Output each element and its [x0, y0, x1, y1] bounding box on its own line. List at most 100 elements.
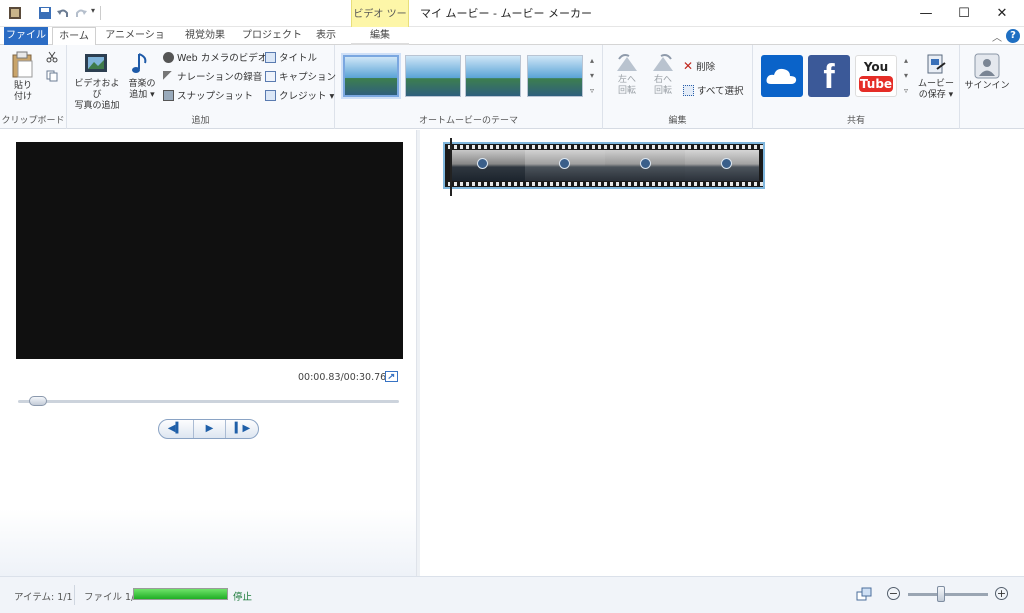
automovie-themes-label: オートムービーのテーマ [418, 116, 518, 126]
playhead[interactable] [450, 138, 452, 196]
seek-thumb[interactable] [28, 396, 47, 406]
tab-file[interactable]: ファイル [4, 27, 48, 45]
ribbon: 貼り 付け クリップボード ビデオおよび 写真の追加 音楽の 追加 ▾ Web … [0, 45, 1024, 129]
tab-project[interactable]: プロジェクト [240, 27, 304, 45]
rotate-right-label-1: 右へ [653, 75, 672, 85]
paste-button[interactable]: 貼り 付け [8, 51, 38, 103]
close-button[interactable]: ✕ [982, 0, 1022, 27]
clock-icon [559, 158, 570, 169]
webcam-video-button[interactable]: Web カメラのビデオ [163, 52, 267, 66]
title-bar: ▾ ビデオ ツール マイ ムービー - ムービー メーカー — ☐ ✕ [0, 0, 1024, 50]
popout-icon[interactable] [385, 371, 398, 382]
sign-in-button[interactable]: サインイン [964, 53, 1010, 92]
zoom-slider-thumb[interactable] [937, 586, 945, 602]
progress-fill [134, 589, 227, 599]
gallery-more-icon[interactable]: ▿ [901, 83, 911, 98]
zoom-out-icon[interactable]: − [887, 587, 900, 600]
play-icon[interactable]: ▶ [193, 420, 226, 438]
pane-splitter[interactable] [416, 130, 420, 576]
theme-thumbnail[interactable] [405, 55, 461, 97]
add-group: ビデオおよび 写真の追加 音楽の 追加 ▾ Web カメラのビデオ ナレーション… [67, 45, 336, 129]
timecode: 00:00.83/00:30.76 [298, 372, 387, 383]
microphone-icon [163, 71, 174, 82]
clipboard-group-label: クリップボード [1, 116, 65, 126]
delete-x-icon: ✕ [683, 59, 694, 73]
chevron-down-icon[interactable]: ▾ [901, 68, 911, 83]
rotate-right-label-2: 回転 [653, 86, 672, 96]
help-icon[interactable]: ? [1006, 29, 1020, 43]
credits-icon [265, 90, 276, 101]
title-icon [265, 52, 276, 63]
app-icon[interactable] [8, 6, 22, 20]
video-preview[interactable] [16, 142, 403, 359]
add-group-label: 追加 [191, 116, 210, 126]
add-music-label-1: 音楽の [128, 79, 156, 89]
add-videos-photos-label-2: 写真の追加 [74, 101, 120, 111]
tab-home[interactable]: ホーム [52, 27, 96, 46]
add-videos-photos-button[interactable]: ビデオおよび 写真の追加 [71, 51, 123, 112]
tab-animation[interactable]: アニメーション [102, 27, 168, 59]
webcam-icon [163, 52, 174, 63]
facebook-logo-icon: f [823, 58, 835, 96]
video-clip[interactable] [443, 142, 765, 189]
copy-icon[interactable] [46, 70, 58, 82]
storyboard-view-icon[interactable] [856, 587, 872, 601]
minimize-button[interactable]: — [906, 0, 946, 27]
chevron-up-icon[interactable]: ▴ [901, 53, 911, 68]
previous-frame-icon[interactable]: ◀▍ [159, 420, 192, 438]
tab-visual-effects[interactable]: 視覚効果 [176, 27, 234, 45]
seek-bar[interactable] [18, 400, 399, 403]
zoom-in-icon[interactable]: + [995, 587, 1008, 600]
save-movie-button[interactable]: ムービー の保存 ▾ [916, 53, 956, 101]
delete-button[interactable]: ✕ 削除 [683, 59, 715, 75]
film-sprocket [445, 182, 763, 186]
cut-icon[interactable] [46, 51, 58, 63]
caption-label: キャプション [279, 72, 337, 83]
youtube-button[interactable]: You Tube [855, 55, 897, 97]
snapshot-button[interactable]: スナップショット [163, 90, 253, 104]
rotate-left-button[interactable]: 左へ 回転 [611, 53, 643, 97]
onedrive-button[interactable] [761, 55, 803, 97]
customize-toolbar-icon[interactable]: ▾ [91, 6, 105, 20]
redo-icon[interactable] [74, 6, 88, 20]
stop-link[interactable]: 停止 [233, 589, 252, 603]
save-movie-label-2: の保存 ▾ [918, 90, 954, 100]
sign-in-label: サインイン [964, 81, 1010, 91]
editing-group-label: 編集 [668, 116, 687, 126]
caption-button[interactable]: キャプション [265, 71, 336, 85]
theme-thumbnail[interactable] [465, 55, 521, 97]
record-narration-button[interactable]: ナレーションの録音 ▾ [163, 71, 270, 85]
theme-thumbnail[interactable] [343, 55, 399, 97]
collapse-ribbon-icon[interactable]: ︿ [992, 29, 1002, 44]
clock-icon [640, 158, 651, 169]
gallery-more-icon[interactable]: ▿ [587, 83, 597, 98]
rotate-right-button[interactable]: 右へ 回転 [647, 53, 679, 97]
delete-label: 削除 [696, 62, 716, 73]
save-icon[interactable] [38, 6, 52, 20]
credits-button[interactable]: クレジット ▾ [265, 90, 334, 104]
youtube-logo-you: You [863, 60, 889, 74]
tab-view[interactable]: 表示 [308, 27, 344, 45]
theme-thumbnail[interactable] [527, 55, 583, 97]
add-music-button[interactable]: 音楽の 追加 ▾ [125, 51, 159, 101]
undo-icon[interactable] [56, 6, 70, 20]
tab-edit[interactable]: 編集 [351, 27, 409, 45]
paste-label: 貼り 付け [13, 81, 32, 102]
title-button[interactable]: タイトル [265, 52, 317, 66]
maximize-button[interactable]: ☐ [944, 0, 984, 27]
zoom-slider[interactable] [908, 593, 988, 596]
share-gallery-scroll[interactable]: ▴ ▾ ▿ [901, 53, 911, 101]
next-frame-icon[interactable]: ▍▶ [226, 420, 259, 438]
chevron-down-icon[interactable]: ▾ [587, 68, 597, 83]
select-all-button[interactable]: すべて選択 [683, 85, 743, 99]
themes-gallery-scroll[interactable]: ▴ ▾ ▿ [587, 53, 597, 101]
film-sprocket [445, 145, 763, 149]
chevron-up-icon[interactable]: ▴ [587, 53, 597, 68]
youtube-logo-tube: Tube [859, 76, 893, 92]
clipboard-group: 貼り 付け クリップボード [0, 45, 67, 129]
automovie-themes-group: オートムービーのテーマ [335, 45, 603, 129]
status-separator [74, 585, 75, 605]
clock-icon [477, 158, 488, 169]
facebook-button[interactable]: f [808, 55, 850, 97]
title-label: タイトル [279, 53, 318, 64]
